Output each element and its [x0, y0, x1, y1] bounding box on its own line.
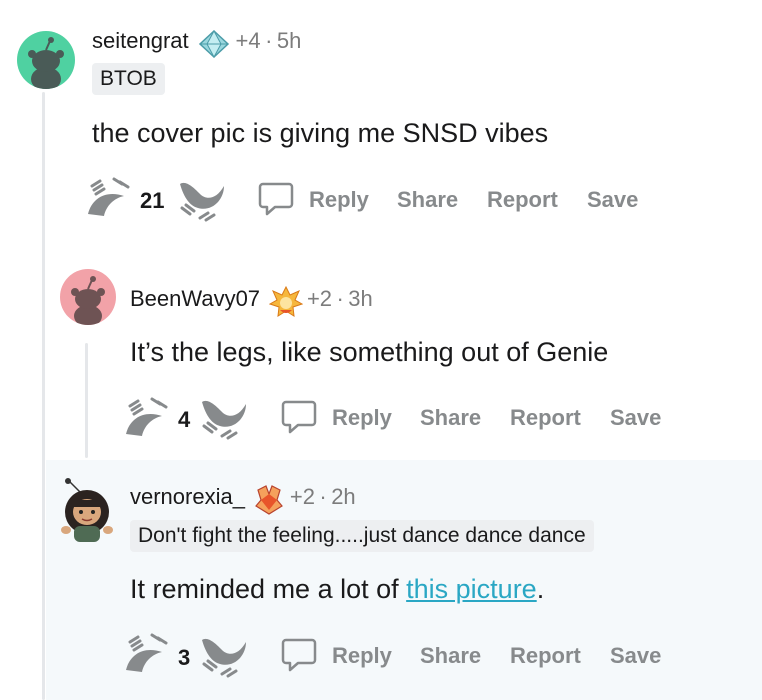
comment-bubble-icon [280, 398, 318, 436]
username[interactable]: vernorexia_ [130, 484, 245, 509]
custom-avatar-icon [61, 478, 113, 542]
reply-button[interactable]: Reply [332, 643, 392, 669]
report-button[interactable]: Report [510, 405, 581, 431]
save-button[interactable]: Save [610, 643, 661, 669]
timestamp[interactable]: 3h [348, 286, 372, 311]
user-flair: BTOB [92, 63, 165, 95]
vote-score: 4 [178, 407, 191, 432]
reply-button[interactable]: Reply [332, 405, 392, 431]
fire-award-icon [268, 285, 303, 318]
user-flair: Don't fight the feeling.....just dance d… [130, 520, 594, 552]
timestamp[interactable]: 5h [277, 28, 301, 53]
gem-award-icon [253, 484, 285, 516]
upvote-icon[interactable] [84, 176, 136, 218]
avatar[interactable] [17, 31, 75, 89]
comment-body-text: . [536, 574, 545, 604]
reply-button[interactable]: Reply [309, 187, 369, 213]
karma: +4 [235, 28, 261, 53]
avatar[interactable] [58, 478, 116, 548]
thread-line[interactable] [85, 343, 88, 458]
crystal-award-icon [197, 29, 231, 59]
share-button[interactable]: Share [397, 187, 458, 213]
karma: +2 [306, 286, 333, 312]
separator: · [319, 484, 327, 510]
save-button[interactable]: Save [587, 187, 638, 213]
snoo-icon [71, 276, 105, 325]
comment-bubble-icon [257, 180, 295, 218]
separator: · [265, 28, 273, 53]
vote-score: 3 [178, 645, 191, 670]
picture-link[interactable]: this picture [406, 574, 537, 604]
username[interactable]: BeenWavy07 [130, 286, 260, 311]
comment-body: It reminded me a lot of this picture. [130, 574, 544, 605]
share-button[interactable]: Share [420, 643, 481, 669]
thread-line[interactable] [42, 92, 45, 700]
downvote-icon[interactable] [176, 178, 228, 222]
comment-bubble-icon [280, 636, 318, 674]
downvote-icon[interactable] [198, 396, 250, 440]
save-button[interactable]: Save [610, 405, 661, 431]
username[interactable]: seitengrat [92, 28, 189, 53]
comment-body: It’s the legs, like something out of Gen… [130, 337, 609, 367]
vote-score: 21 [140, 188, 165, 213]
comment-body-text: It reminded me a lot of [130, 574, 407, 604]
separator: · [336, 286, 344, 312]
share-button[interactable]: Share [420, 405, 481, 431]
avatar[interactable] [60, 269, 116, 325]
timestamp[interactable]: 2h [331, 484, 355, 509]
upvote-icon[interactable] [122, 632, 174, 674]
karma: +2 [289, 484, 315, 510]
comment-body: the cover pic is giving me SNSD vibes [92, 118, 549, 148]
upvote-icon[interactable] [122, 396, 174, 438]
report-button[interactable]: Report [487, 187, 558, 213]
snoo-icon [28, 37, 64, 89]
downvote-icon[interactable] [198, 634, 250, 678]
report-button[interactable]: Report [510, 643, 581, 669]
